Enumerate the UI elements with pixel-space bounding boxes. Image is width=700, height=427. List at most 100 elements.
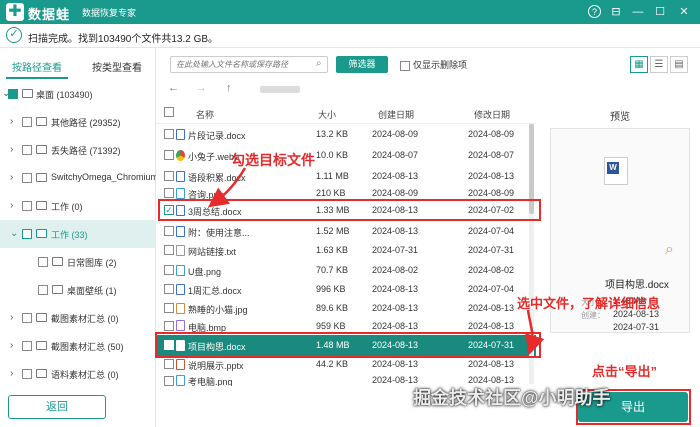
table-row[interactable]: 附：使用注意... 1.52 MB 2024-08-13 2024-07-04: [156, 221, 536, 242]
row-checkbox[interactable]: [164, 150, 174, 160]
row-checkbox[interactable]: [164, 303, 174, 313]
table-row[interactable]: 小兔子.webp 10.0 KB 2024-08-07 2024-08-07: [156, 145, 536, 166]
tree-item-lost-paths[interactable]: › 丢失路径 (71392): [0, 136, 156, 164]
row-checkbox[interactable]: [164, 265, 174, 275]
tree-checkbox[interactable]: [22, 173, 32, 183]
table-row[interactable]: 网站链接.txt 1.63 KB 2024-07-31 2024-07-31: [156, 240, 536, 261]
file-size: 1.52 MB: [316, 226, 350, 236]
row-checkbox[interactable]: [164, 188, 174, 198]
only-deleted-toggle[interactable]: 仅显示删除项: [400, 58, 467, 71]
tree-item-work[interactable]: ⌄ 工作 (33): [0, 220, 156, 248]
tree-item-work-empty[interactable]: › 工作 (0): [0, 192, 156, 220]
menu-icon[interactable]: ⊟: [608, 4, 624, 20]
zoom-icon[interactable]: ⌕: [665, 241, 674, 259]
tree-checkbox[interactable]: [38, 285, 48, 295]
up-arrow-icon[interactable]: ↑: [226, 82, 232, 94]
table-row[interactable]: 说明展示.pptx 44.2 KB 2024-08-13 2024-08-13: [156, 356, 536, 372]
maximize-icon[interactable]: ☐: [652, 4, 668, 20]
table-row[interactable]: U盘.png 70.7 KB 2024-08-02 2024-08-02: [156, 260, 536, 281]
tree-checkbox[interactable]: [22, 341, 32, 351]
tab-by-path[interactable]: 按路径查看: [12, 59, 62, 74]
webp-file-icon: [176, 150, 185, 161]
column-created[interactable]: 创建日期: [378, 108, 414, 121]
row-checkbox[interactable]: [164, 359, 174, 369]
select-all-checkbox[interactable]: [164, 107, 174, 117]
chevron-right-icon[interactable]: ›: [10, 368, 13, 379]
tree-item-screenshot-assets-empty[interactable]: › 截图素材汇总 (0): [0, 304, 156, 332]
tree-item-label: 工作 (33): [51, 230, 88, 240]
file-modified: 2024-08-09: [468, 129, 515, 139]
filter-button[interactable]: 筛选器: [336, 56, 388, 73]
tree-item-switchyomega[interactable]: › SwitchyOmega_Chromium: [0, 164, 156, 192]
tree-item-daily-gallery[interactable]: 日常图库 (2): [0, 248, 156, 276]
file-name: 1周汇总.docx: [188, 286, 242, 296]
scan-status-text: 扫描完成。找到103490个文件共13.2 GB。: [28, 34, 219, 45]
tree-checkbox[interactable]: [22, 117, 32, 127]
close-icon[interactable]: ✕: [676, 4, 692, 20]
chevron-right-icon[interactable]: ›: [10, 312, 13, 323]
row-checkbox[interactable]: [164, 226, 174, 236]
tree-item-corpus-assets[interactable]: › 语料素材汇总 (0): [0, 360, 156, 388]
chevron-right-icon[interactable]: ›: [10, 172, 13, 183]
row-checkbox[interactable]: [164, 129, 174, 139]
tree-checkbox[interactable]: [22, 229, 32, 239]
row-checkbox[interactable]: [164, 245, 174, 255]
detail-view-icon[interactable]: ▤: [670, 56, 688, 73]
search-icon[interactable]: ⌕: [316, 58, 322, 69]
file-name: 熟睡的小猫.jpg: [188, 305, 248, 315]
table-row[interactable]: 语段积累.docx 1.11 MB 2024-08-13 2024-08-13: [156, 166, 536, 187]
path-search-input[interactable]: [170, 56, 328, 73]
folder-icon: [36, 117, 47, 126]
tree-checkbox[interactable]: [22, 313, 32, 323]
tree-checkbox[interactable]: [22, 145, 32, 155]
back-arrow-icon[interactable]: ←: [168, 82, 179, 94]
tree-item-label: 桌面壁纸 (1): [67, 286, 117, 296]
table-row[interactable]: 片段记录.docx 13.2 KB 2024-08-09 2024-08-09: [156, 124, 536, 145]
folder-icon: [36, 313, 47, 322]
file-created: 2024-08-09: [372, 129, 419, 139]
row-checkbox[interactable]: [164, 171, 174, 181]
file-table-header: 名称 大小 创建日期 修改日期: [156, 100, 536, 124]
column-modified[interactable]: 修改日期: [474, 108, 510, 121]
active-tab-underline: [6, 77, 68, 79]
tree-item-other-paths[interactable]: › 其他路径 (29352): [0, 108, 156, 136]
chevron-down-icon[interactable]: ⌄: [10, 228, 18, 239]
file-name: 网站链接.txt: [188, 247, 237, 257]
annotation-select-info: 选中文件，了解详细信息: [517, 296, 661, 311]
folder-icon: [36, 145, 47, 154]
list-view-icon[interactable]: ☰: [650, 56, 668, 73]
file-size: 1.11 MB: [316, 171, 349, 181]
tree-checkbox[interactable]: [22, 201, 32, 211]
folder-icon: [22, 89, 33, 98]
help-icon[interactable]: ?: [588, 5, 601, 18]
tree-checkbox[interactable]: [22, 369, 32, 379]
back-button[interactable]: 返回: [8, 395, 106, 419]
chevron-right-icon[interactable]: ›: [10, 340, 13, 351]
only-deleted-checkbox[interactable]: [400, 60, 410, 71]
folder-icon: [36, 229, 47, 238]
file-size: 13.2 KB: [316, 129, 349, 139]
row-checkbox[interactable]: [164, 284, 174, 294]
txt-file-icon: [176, 245, 185, 256]
tree-checkbox[interactable]: [38, 257, 48, 267]
table-row[interactable]: 1周汇总.docx 996 KB 2024-08-13 2024-07-04: [156, 279, 536, 300]
column-name[interactable]: 名称: [196, 108, 214, 121]
forward-arrow-icon[interactable]: →: [196, 82, 207, 94]
grid-view-icon[interactable]: ▦: [630, 56, 648, 73]
chevron-right-icon[interactable]: ›: [10, 200, 13, 211]
chevron-right-icon[interactable]: ›: [10, 144, 13, 155]
file-created: 2024-08-13: [372, 359, 419, 369]
tab-by-type[interactable]: 按类型查看: [92, 59, 142, 74]
tree-item-screenshot-assets[interactable]: › 截图素材汇总 (50): [0, 332, 156, 360]
column-size[interactable]: 大小: [318, 108, 336, 121]
tree-item-desktop[interactable]: ⌄ 桌面 (103490): [0, 80, 156, 108]
row-checkbox[interactable]: [164, 376, 174, 386]
tree-checkbox[interactable]: [8, 89, 18, 99]
table-row[interactable]: 熟睡的小猫.jpg 89.6 KB 2024-08-13 2024-08-13: [156, 298, 536, 319]
file-modified: 2024-08-02: [468, 265, 515, 275]
row-checkbox[interactable]: [164, 321, 174, 331]
file-size: 959 KB: [316, 321, 346, 331]
chevron-right-icon[interactable]: ›: [10, 116, 13, 127]
minimize-icon[interactable]: —: [630, 4, 646, 20]
tree-item-wallpaper[interactable]: 桌面壁纸 (1): [0, 276, 156, 304]
